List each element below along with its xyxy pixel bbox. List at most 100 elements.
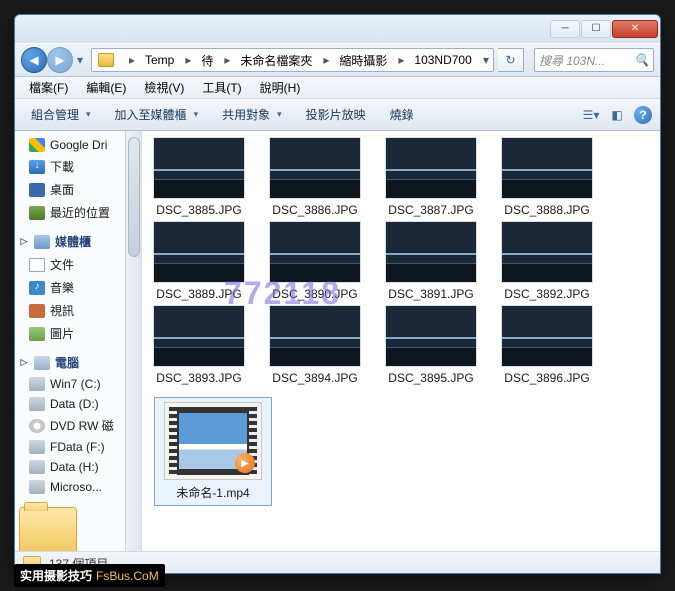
breadcrumb-seg[interactable]: Temp xyxy=(139,49,181,71)
tree-item[interactable]: 圖片 xyxy=(17,322,139,345)
file-thumbnail[interactable]: DSC_3889.JPG xyxy=(150,221,248,301)
explorer-window: ─ ☐ ✕ ◀ ▶ ▾ ▸ Temp ▸ 待 ▸ 未命名檔案夾 ▸ 縮時攝影 ▸… xyxy=(14,14,661,574)
search-input[interactable]: 搜尋 103N... 🔍 xyxy=(534,48,654,72)
chevron-right-icon[interactable]: ▸ xyxy=(319,53,333,67)
menu-help[interactable]: 說明(H) xyxy=(252,77,309,98)
hdd-icon xyxy=(29,440,45,454)
image-thumbnail xyxy=(269,305,361,367)
menu-view[interactable]: 檢視(V) xyxy=(136,77,192,98)
file-thumbnail[interactable]: DSC_3886.JPG xyxy=(266,137,364,217)
image-thumbnail xyxy=(385,221,477,283)
file-thumbnail[interactable]: DSC_3896.JPG xyxy=(498,305,596,385)
title-bar[interactable]: ─ ☐ ✕ xyxy=(15,15,660,43)
file-name-label: DSC_3886.JPG xyxy=(272,203,357,217)
breadcrumb-seg[interactable]: 103ND700 xyxy=(408,49,478,71)
hdd-icon xyxy=(29,377,45,391)
tree-item[interactable]: Win7 (C:) xyxy=(17,374,139,394)
gdrive-icon xyxy=(29,138,45,152)
tree-item[interactable]: 文件 xyxy=(17,253,139,276)
menu-tools[interactable]: 工具(T) xyxy=(194,77,249,98)
organize-button[interactable]: 組合管理 xyxy=(21,102,101,127)
forward-button[interactable]: ▶ xyxy=(47,47,73,73)
pic-icon xyxy=(29,327,45,341)
chevron-right-icon[interactable]: ▸ xyxy=(394,53,408,67)
include-library-button[interactable]: 加入至媒體櫃 xyxy=(105,102,209,127)
menu-file[interactable]: 檔案(F) xyxy=(21,77,76,98)
image-thumbnail xyxy=(501,221,593,283)
menu-bar: 檔案(F) 編輯(E) 檢視(V) 工具(T) 說明(H) xyxy=(15,77,660,99)
file-thumbnail[interactable]: DSC_3891.JPG xyxy=(382,221,480,301)
file-thumbnail[interactable]: DSC_3895.JPG xyxy=(382,305,480,385)
tree-item[interactable]: 桌面 xyxy=(17,178,139,201)
doc-icon xyxy=(29,258,45,272)
file-name-label: DSC_3887.JPG xyxy=(388,203,473,217)
tree-section-header[interactable]: ▷電腦 xyxy=(17,351,139,374)
history-dropdown[interactable]: ▾ xyxy=(73,49,87,71)
file-thumbnail[interactable]: DSC_3890.JPG xyxy=(266,221,364,301)
file-thumbnail-selected[interactable]: ▶未命名-1.mp4 xyxy=(154,397,272,506)
breadcrumb-seg[interactable]: 未命名檔案夾 xyxy=(234,49,319,71)
file-name-label: DSC_3894.JPG xyxy=(272,371,357,385)
hdd-icon xyxy=(29,397,45,411)
sidebar-scrollbar[interactable] xyxy=(125,131,141,551)
tree-item-label: Data (H:) xyxy=(50,460,99,474)
file-thumbnail[interactable]: DSC_3894.JPG xyxy=(266,305,364,385)
file-thumbnail[interactable]: DSC_3887.JPG xyxy=(382,137,480,217)
file-thumbnail[interactable]: DSC_3888.JPG xyxy=(498,137,596,217)
menu-edit[interactable]: 編輯(E) xyxy=(78,77,134,98)
slideshow-button[interactable]: 投影片放映 xyxy=(296,102,376,127)
minimize-button[interactable]: ─ xyxy=(550,20,580,38)
tree-item-label: Microso... xyxy=(50,480,102,494)
breadcrumb-seg[interactable]: 縮時攝影 xyxy=(333,49,394,71)
comp-icon xyxy=(34,356,50,370)
file-name-label: DSC_3888.JPG xyxy=(504,203,589,217)
chevron-right-icon[interactable]: ▸ xyxy=(220,53,234,67)
scrollbar-thumb[interactable] xyxy=(128,137,140,257)
preview-pane-button[interactable]: ◧ xyxy=(606,104,628,126)
breadcrumb-seg[interactable]: 待 xyxy=(195,49,220,71)
tree-item-label: FData (F:) xyxy=(50,440,105,454)
tree-item[interactable]: FData (F:) xyxy=(17,437,139,457)
tree-item[interactable]: Data (D:) xyxy=(17,394,139,414)
file-name-label: DSC_3889.JPG xyxy=(156,287,241,301)
view-options-button[interactable]: ☰▾ xyxy=(580,104,602,126)
navigation-pane[interactable]: Google Dri 下載桌面最近的位置 ▷媒體櫃文件音樂視訊圖片 ▷電腦Win7 (… xyxy=(15,131,142,551)
file-name-label: DSC_3892.JPG xyxy=(504,287,589,301)
chevron-right-icon[interactable]: ▸ xyxy=(181,53,195,67)
tree-item[interactable]: 音樂 xyxy=(17,276,139,299)
lib-icon xyxy=(34,235,50,249)
tree-item[interactable]: 下載 xyxy=(17,155,139,178)
tree-section-header[interactable]: ▷媒體櫃 xyxy=(17,230,139,253)
file-thumbnail[interactable]: DSC_3893.JPG xyxy=(150,305,248,385)
source-badge: 实用摄影技巧FsBus.CoM xyxy=(14,564,165,587)
file-thumbnail[interactable]: DSC_3885.JPG xyxy=(150,137,248,217)
tree-item[interactable]: Microso... xyxy=(17,477,139,497)
tree-item[interactable]: Google Dri xyxy=(17,135,139,155)
file-name-label: DSC_3891.JPG xyxy=(388,287,473,301)
share-button[interactable]: 共用對象 xyxy=(212,102,292,127)
command-bar: 組合管理 加入至媒體櫃 共用對象 投影片放映 燒錄 ☰▾ ◧ ? xyxy=(15,99,660,131)
burn-button[interactable]: 燒錄 xyxy=(380,102,424,127)
rec-icon xyxy=(29,206,45,220)
chevron-right-icon[interactable]: ▸ xyxy=(125,53,139,67)
image-thumbnail xyxy=(501,305,593,367)
file-thumbnail[interactable]: DSC_3892.JPG xyxy=(498,221,596,301)
refresh-button[interactable]: ↻ xyxy=(498,48,524,72)
file-list-pane[interactable]: DSC_3885.JPG DSC_3886.JPG DSC_3887.JPG DSC_… xyxy=(142,131,660,551)
tree-item-label: Google Dri xyxy=(50,138,107,152)
vid-icon xyxy=(29,304,45,318)
chevron-down-icon[interactable]: ▾ xyxy=(479,53,493,67)
tree-item[interactable]: Data (H:) xyxy=(17,457,139,477)
search-icon[interactable]: 🔍 xyxy=(634,53,649,67)
tree-item[interactable]: 視訊 xyxy=(17,299,139,322)
close-button[interactable]: ✕ xyxy=(612,20,658,38)
tree-item[interactable]: 最近的位置 xyxy=(17,201,139,224)
maximize-button[interactable]: ☐ xyxy=(581,20,611,38)
file-name-label: 未命名-1.mp4 xyxy=(176,484,249,501)
back-button[interactable]: ◀ xyxy=(21,47,47,73)
tree-item[interactable]: DVD RW 磁 xyxy=(17,414,139,437)
file-name-label: DSC_3896.JPG xyxy=(504,371,589,385)
address-bar[interactable]: ▸ Temp ▸ 待 ▸ 未命名檔案夾 ▸ 縮時攝影 ▸ 103ND700 ▾ xyxy=(91,48,494,72)
tree-item-label: 圖片 xyxy=(50,325,74,342)
help-button[interactable]: ? xyxy=(632,104,654,126)
